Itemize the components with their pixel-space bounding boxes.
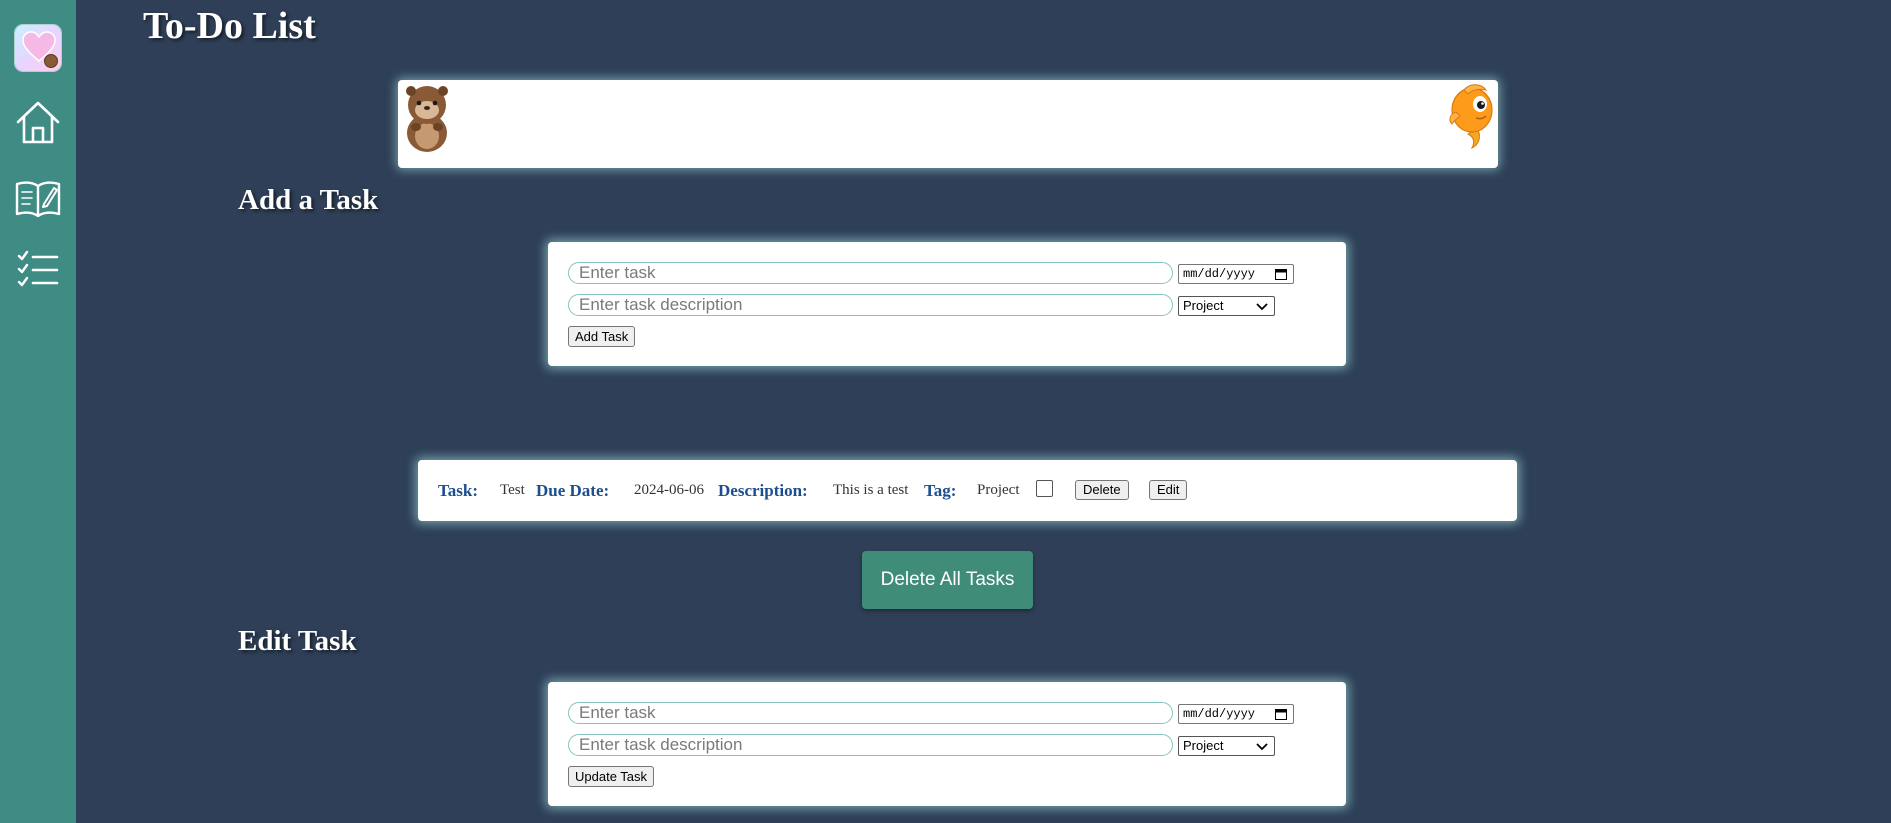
chevron-down-icon	[1256, 743, 1268, 751]
edit-tag-select[interactable]: Project	[1178, 736, 1275, 756]
page-title: To-Do List	[143, 5, 316, 47]
edit-task-description-input[interactable]	[568, 734, 1173, 756]
task-complete-checkbox[interactable]	[1036, 480, 1053, 497]
edit-tag-select-value: Project	[1183, 738, 1224, 753]
sidebar	[0, 0, 76, 823]
calendar-icon[interactable]	[1275, 708, 1287, 720]
task-description-input[interactable]	[568, 294, 1173, 316]
due-date-label: Due Date:	[536, 481, 610, 500]
goldfish-icon	[1449, 84, 1493, 150]
tag-value: Project	[977, 482, 1020, 498]
edit-due-date-value: mm/dd/yyyy	[1183, 707, 1256, 721]
task-name-value: Test	[500, 482, 525, 498]
edit-task-form: mm/dd/yyyy Project Update Task	[548, 682, 1346, 806]
description-label: Description:	[718, 481, 808, 500]
task-name-input[interactable]	[568, 262, 1173, 284]
home-icon[interactable]	[14, 98, 62, 146]
update-task-button[interactable]: Update Task	[568, 766, 655, 787]
task-item: Task: Test Due Date: 2024-06-06 Descript…	[418, 460, 1517, 521]
due-date-value: mm/dd/yyyy	[1183, 267, 1256, 281]
otter-icon	[406, 86, 448, 152]
edit-due-date-input[interactable]: mm/dd/yyyy	[1178, 704, 1294, 724]
app-logo[interactable]	[15, 25, 61, 71]
task-label: Task:	[438, 481, 479, 500]
delete-task-button[interactable]: Delete	[1075, 480, 1129, 500]
due-date-input[interactable]: mm/dd/yyyy	[1178, 264, 1294, 284]
tag-select-value: Project	[1183, 298, 1224, 313]
add-task-button[interactable]: Add Task	[568, 326, 636, 347]
add-task-heading: Add a Task	[238, 184, 379, 216]
due-date-value: 2024-06-06	[634, 482, 704, 498]
add-task-form: mm/dd/yyyy Project Add Task	[548, 242, 1346, 366]
description-value: This is a test	[833, 482, 909, 498]
calendar-icon[interactable]	[1275, 268, 1287, 280]
decorative-banner	[398, 80, 1498, 168]
edit-task-heading: Edit Task	[238, 625, 357, 657]
delete-all-tasks-button[interactable]: Delete All Tasks	[862, 551, 1033, 609]
otter-mini-icon	[44, 54, 58, 68]
edit-task-button[interactable]: Edit	[1149, 480, 1188, 500]
checklist-icon[interactable]	[14, 247, 62, 295]
chevron-down-icon	[1256, 303, 1268, 311]
tag-label: Tag:	[924, 481, 957, 500]
edit-task-name-input[interactable]	[568, 702, 1173, 724]
journal-book-icon[interactable]	[14, 174, 62, 222]
tag-select[interactable]: Project	[1178, 296, 1275, 316]
